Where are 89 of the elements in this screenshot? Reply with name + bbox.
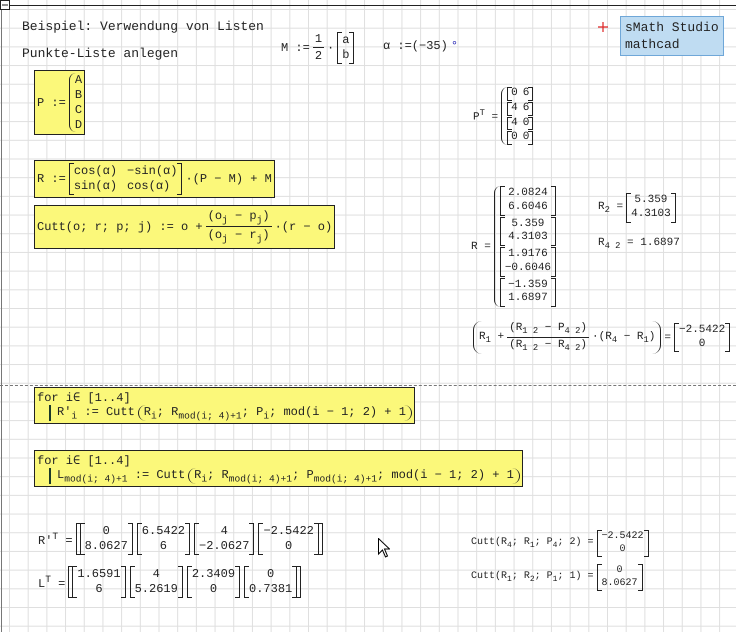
matrix-entry: a bbox=[342, 32, 350, 48]
denominator: 2 bbox=[314, 48, 324, 64]
matrix-entry: 8.0627 bbox=[84, 539, 128, 554]
matrix-entry: −2.5422 bbox=[679, 324, 726, 338]
matrix-entry: 4.3103 bbox=[508, 231, 548, 245]
collapse-icon[interactable] bbox=[0, 0, 10, 10]
matrix-entry: −2.0627 bbox=[199, 539, 250, 554]
matrix-entry: 0.7381 bbox=[249, 582, 292, 597]
math-text: ·(R$_{4}$ − R$_{1}$) bbox=[592, 330, 656, 345]
text-line: sMath Studio bbox=[625, 19, 719, 36]
matrix-entry: 5.359 bbox=[634, 194, 668, 208]
math-text: R$_{4 2}$ = 1.6897 bbox=[598, 237, 680, 252]
matrix-entry: 0 bbox=[616, 565, 623, 578]
math-text: R$_{i}$; R$_{mod(i; 4)+1}$; P$_{i}$; mod(i − 1; 2) + 1 bbox=[144, 405, 406, 422]
math-text: R$_{2}$ = bbox=[598, 200, 624, 215]
math-text: = bbox=[664, 332, 671, 344]
matrix-entry: 4 bbox=[220, 524, 228, 539]
math-text: Cutt(R$_{4}$; R$_{1}$; P$_{4}$; 2) = bbox=[471, 537, 594, 550]
matrix-entry: cos(α) bbox=[74, 164, 118, 179]
matrix-entry: 2.0824 bbox=[508, 187, 548, 201]
matrix-entry: sin(α) bbox=[74, 179, 118, 194]
matrix-entry: 0 bbox=[620, 544, 626, 556]
degree-unit: ° bbox=[450, 39, 458, 53]
matrix-entry: 5.2619 bbox=[134, 582, 178, 597]
loop-header: for i∈ [1..4] bbox=[37, 390, 132, 405]
loop-header: for i∈ [1..4] bbox=[37, 453, 132, 468]
math-text: R := bbox=[37, 172, 66, 186]
matrix-entry: 0 bbox=[522, 131, 530, 145]
matrix-entry: 6.6046 bbox=[508, 200, 548, 214]
matrix-entry: −0.6046 bbox=[504, 262, 552, 276]
matrix-entry: −2.5422 bbox=[602, 531, 644, 544]
matrix-entry: 0 bbox=[267, 567, 274, 582]
math-text: C bbox=[74, 103, 82, 117]
heading-text: Beispiel: Verwendung von Listen bbox=[22, 19, 264, 34]
denominator: (R$_{1 2}$ − R$_{4 2}$) bbox=[508, 338, 588, 354]
math-text: · bbox=[327, 40, 334, 54]
math-text: L$^{T}$ = bbox=[38, 574, 66, 590]
matrix-entry: 0 bbox=[102, 524, 110, 539]
matrix-entry: 1.9176 bbox=[508, 248, 548, 262]
math-text: B bbox=[74, 88, 82, 102]
numerator: 1 bbox=[314, 31, 324, 47]
matrix-entry: 0 bbox=[698, 338, 706, 352]
matrix-entry: 4.3103 bbox=[631, 208, 671, 222]
matrix-entry: 1.6897 bbox=[508, 292, 548, 306]
matrix-entry: −sin(α) bbox=[127, 164, 178, 179]
text-line: mathcad bbox=[625, 36, 681, 53]
math-text: R = bbox=[471, 240, 491, 252]
matrix-entry: cos(α) bbox=[127, 179, 172, 194]
matrix-entry: −2.5422 bbox=[263, 524, 314, 539]
matrix-entry: 0 bbox=[210, 582, 218, 597]
math-text: M := bbox=[281, 40, 310, 54]
math-text: D bbox=[74, 118, 82, 132]
math-text: P$^{T}$ = bbox=[473, 108, 498, 124]
matrix-entry: 6 bbox=[522, 87, 530, 101]
math-text: ·(r − o) bbox=[274, 220, 332, 234]
numerator: (R$_{1 2}$ − P$_{4 2}$) bbox=[508, 321, 588, 338]
matrix-entry: 6.5422 bbox=[142, 524, 186, 539]
matrix-entry: b bbox=[342, 48, 350, 62]
matrix-entry: 0 bbox=[285, 539, 292, 554]
math-text: ·(P − M) + M bbox=[185, 172, 272, 186]
matrix-entry: 0 bbox=[522, 116, 530, 130]
denominator: (o$_{j}$ − r$_{j}$) bbox=[206, 227, 271, 246]
math-text: A bbox=[74, 73, 82, 87]
math-text: α :=(−35) bbox=[383, 39, 448, 53]
math-text: Cutt(o; r; p; j) := o + bbox=[37, 220, 203, 234]
math-text: R$_{i}$; R$_{mod(i; 4)+1}$; P$_{mod(i; 4)+1}$; mod(i − 1; 2) + 1 bbox=[194, 468, 514, 484]
plus-icon bbox=[598, 22, 608, 32]
numerator: (o$_{j}$ − p$_{j}$) bbox=[206, 208, 271, 226]
matrix-entry: −1.359 bbox=[508, 278, 548, 292]
math-text: R'$_{i}$ := Cutt bbox=[57, 405, 135, 422]
matrix-entry: 0 bbox=[511, 131, 518, 145]
math-text: R'$^{T}$ = bbox=[38, 530, 73, 548]
heading-text: Punkte-Liste anlegen bbox=[22, 46, 178, 61]
matrix-entry: 5.359 bbox=[511, 218, 544, 232]
math-text: L$_{mod(i; 4)+1}$ := Cutt bbox=[57, 468, 186, 484]
matrix-entry: 6 bbox=[160, 539, 167, 554]
math-text: P := bbox=[37, 96, 66, 110]
matrix-entry: 4 bbox=[152, 567, 160, 582]
math-text: R$_{1}$ + bbox=[479, 330, 504, 345]
matrix-entry: 8.0627 bbox=[602, 578, 638, 590]
matrix-entry: 2.3409 bbox=[192, 567, 236, 582]
mouse-pointer-icon bbox=[378, 538, 390, 558]
matrix-entry: 4 bbox=[511, 102, 518, 116]
matrix-entry: 6 bbox=[95, 582, 103, 597]
matrix-entry: 1.6591 bbox=[77, 567, 121, 582]
math-text: Cutt(R$_{1}$; R$_{2}$; P$_{1}$; 1) = bbox=[471, 571, 594, 584]
matrix-entry: 4 bbox=[511, 116, 518, 130]
matrix-entry: 0 bbox=[511, 87, 518, 101]
matrix-entry: 6 bbox=[522, 102, 530, 116]
